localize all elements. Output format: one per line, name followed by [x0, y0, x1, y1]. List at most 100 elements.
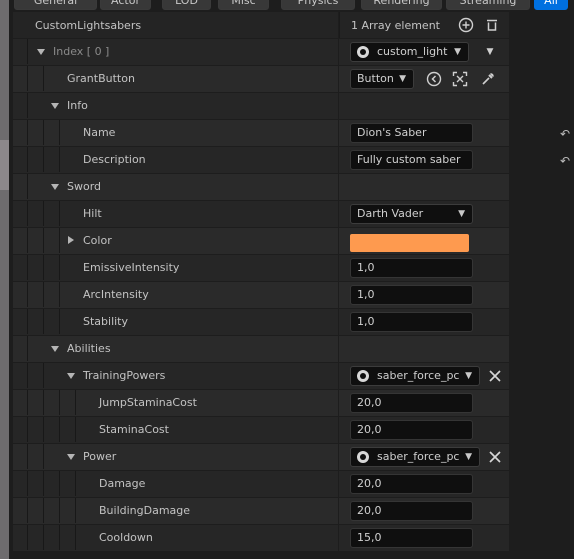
chevron-down-icon[interactable]: ▼ — [480, 42, 500, 62]
property-label: TrainingPowers — [83, 369, 166, 382]
x-icon — [489, 451, 501, 463]
property-label: JumpStaminaCost — [99, 396, 197, 409]
clear-button[interactable] — [485, 447, 505, 467]
collapse-arrow-icon[interactable] — [37, 49, 45, 55]
pick-button[interactable] — [478, 69, 498, 89]
category-label: Info — [67, 99, 88, 112]
property-label: Color — [83, 234, 112, 247]
row-stamina-cost: StaminaCost 20,0 — [13, 417, 509, 444]
chevron-down-icon: ▼ — [465, 452, 472, 462]
chevron-down-icon: ▼ — [458, 209, 465, 219]
damage-field[interactable]: 20,0 — [350, 474, 473, 494]
row-emissive-intensity: EmissiveIntensity 1,0 — [13, 255, 509, 282]
x-icon — [489, 370, 501, 382]
chevron-down-icon: ▼ — [399, 74, 406, 84]
chevron-down-icon: ▼ — [454, 47, 461, 57]
clear-button[interactable] — [485, 366, 505, 386]
property-label: StaminaCost — [99, 423, 169, 436]
collapse-arrow-icon[interactable] — [51, 103, 59, 109]
category-label: Sword — [67, 180, 102, 193]
select-actor-icon — [452, 71, 468, 87]
row-cooldown: Cooldown 15,0 — [13, 525, 509, 552]
chevron-down-icon: ▼ — [465, 371, 472, 381]
property-label: Stability — [83, 315, 129, 328]
asset-dropdown[interactable]: saber_force_pc ▼ — [350, 447, 480, 467]
stamina-cost-field[interactable]: 20,0 — [350, 420, 473, 440]
row-training-powers: TrainingPowers saber_force_pc ▼ — [13, 363, 509, 390]
tab-general[interactable]: General — [14, 0, 97, 10]
property-label: ArcIntensity — [83, 288, 149, 301]
row-building-damage: BuildingDamage 20,0 — [13, 498, 509, 525]
property-label: Hilt — [83, 207, 102, 220]
row-info: Info — [13, 93, 509, 120]
edge-handle — [0, 140, 9, 190]
arc-intensity-field[interactable]: 1,0 — [350, 285, 473, 305]
category-label: Abilities — [67, 342, 111, 355]
row-power: Power saber_force_pc ▼ — [13, 444, 509, 471]
property-label: Description — [83, 153, 146, 166]
tab-misc[interactable]: Misc — [218, 0, 269, 10]
asset-dropdown[interactable]: custom_light ▼ — [350, 42, 469, 62]
asset-dropdown[interactable]: saber_force_pc ▼ — [350, 366, 480, 386]
add-element-button[interactable] — [456, 15, 476, 35]
row-arc-intensity: ArcIntensity 1,0 — [13, 282, 509, 309]
asset-icon — [357, 46, 369, 58]
class-dropdown[interactable]: Button ▼ — [350, 69, 414, 89]
collapse-arrow-icon[interactable] — [51, 184, 59, 190]
property-label: BuildingDamage — [99, 504, 191, 517]
left-window-edge — [0, 0, 9, 559]
tab-rendering[interactable]: Rendering — [361, 0, 442, 10]
property-label: Damage — [99, 477, 146, 490]
property-label: Cooldown — [99, 531, 153, 544]
details-panel: General Actor LOD Misc Physics Rendering… — [9, 0, 574, 559]
property-label: EmissiveIntensity — [83, 261, 180, 274]
scrollbar-track[interactable] — [519, 12, 527, 559]
building-damage-field[interactable]: 20,0 — [350, 501, 473, 521]
row-color: Color — [13, 228, 509, 255]
collapse-arrow-icon[interactable] — [51, 346, 59, 352]
tab-all[interactable]: All — [534, 0, 568, 10]
row-sword: Sword — [13, 174, 509, 201]
category-tab-bar: General Actor LOD Misc Physics Rendering… — [9, 0, 574, 12]
plus-circle-icon — [458, 17, 474, 33]
stability-field[interactable]: 1,0 — [350, 312, 473, 332]
property-label: Name — [83, 126, 116, 139]
description-field[interactable]: Fully custom saber — [350, 150, 473, 170]
color-swatch[interactable] — [350, 234, 469, 252]
collapse-arrow-icon[interactable] — [67, 373, 75, 379]
hilt-dropdown[interactable]: Darth Vader ▼ — [350, 204, 473, 224]
remove-all-button[interactable] — [482, 15, 502, 35]
cooldown-field[interactable]: 15,0 — [350, 528, 473, 548]
tab-lod[interactable]: LOD — [162, 0, 211, 10]
row-damage: Damage 20,0 — [13, 471, 509, 498]
property-label: CustomLightsabers — [35, 19, 142, 32]
tab-physics[interactable]: Physics — [281, 0, 355, 10]
row-index-0: Index [ 0 ] custom_light ▼ ▼ — [13, 39, 509, 66]
row-hilt: Hilt Darth Vader ▼ — [13, 201, 509, 228]
row-jump-stamina-cost: JumpStaminaCost 20,0 — [13, 390, 509, 417]
row-custom-lightsabers: CustomLightsabers 1 Array element — [13, 12, 509, 39]
use-selected-button[interactable] — [424, 69, 444, 89]
row-abilities: Abilities — [13, 336, 509, 363]
tab-streaming[interactable]: Streaming — [446, 0, 530, 10]
collapse-arrow-icon[interactable] — [67, 454, 75, 460]
trash-icon — [487, 19, 497, 31]
property-label: Power — [83, 450, 117, 463]
asset-icon — [357, 451, 369, 463]
property-label: GrantButton — [67, 72, 135, 85]
browse-button[interactable] — [450, 69, 470, 89]
emissive-intensity-field[interactable]: 1,0 — [350, 258, 473, 278]
jump-stamina-cost-field[interactable]: 20,0 — [350, 393, 473, 413]
reset-to-default-button[interactable]: ↶ — [560, 154, 570, 168]
arrow-left-circle-icon — [426, 71, 442, 87]
asset-icon — [357, 370, 369, 382]
row-grant-button: GrantButton Button ▼ — [13, 66, 509, 93]
tab-actor[interactable]: Actor — [100, 0, 151, 10]
expand-arrow-icon[interactable] — [68, 236, 74, 244]
row-stability: Stability 1,0 — [13, 309, 509, 336]
reset-to-default-button[interactable]: ↶ — [560, 127, 570, 141]
name-field[interactable]: Dion's Saber — [350, 123, 473, 143]
row-description: Description Fully custom saber — [13, 147, 509, 174]
array-count: 1 Array element — [351, 19, 440, 32]
row-name: Name Dion's Saber — [13, 120, 509, 147]
